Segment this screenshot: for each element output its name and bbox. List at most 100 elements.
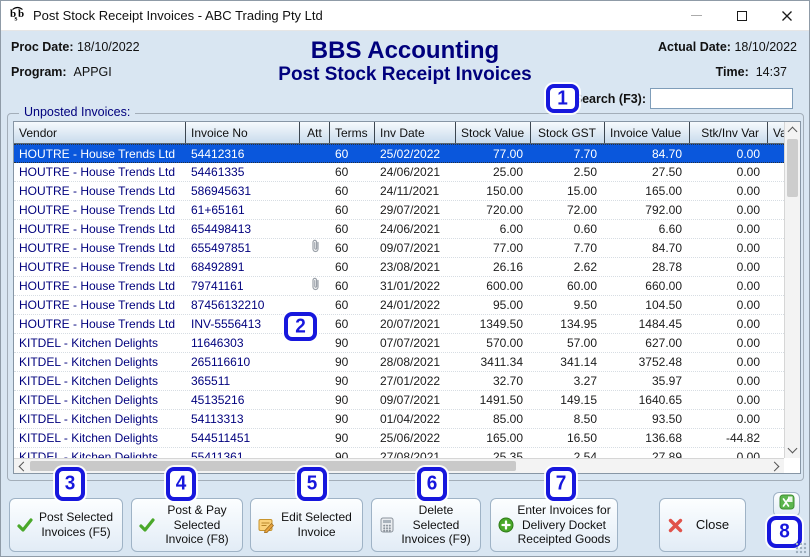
cell-stock_value: 77.00 <box>492 146 523 161</box>
table-row[interactable]: HOUTRE - House Trends Ltd INV-5556413 60 20… <box>14 315 784 334</box>
table-row[interactable]: KITDEL - Kitchen Delights 544511451 90 25/0… <box>14 429 784 448</box>
table-row[interactable]: HOUTRE - House Trends Ltd 586945631 60 24/1… <box>14 182 784 201</box>
vertical-scrollbar-thumb[interactable] <box>787 139 798 197</box>
cell-terms: 60 <box>335 184 349 198</box>
cell-invoice_value: 27.89 <box>651 450 682 458</box>
cell-stk_inv_var: 0.00 <box>736 450 760 458</box>
check-icon <box>137 518 157 532</box>
cell-inv_date: 20/07/2021 <box>380 317 441 331</box>
table-row[interactable]: HOUTRE - House Trends Ltd 61+65161 60 29/07… <box>14 201 784 220</box>
table-row[interactable]: KITDEL - Kitchen Delights 54113313 90 01/04… <box>14 410 784 429</box>
cell-invoice_value: 627.00 <box>645 336 682 350</box>
column-header-va: Va <box>768 122 784 143</box>
cell-terms: 60 <box>335 203 349 217</box>
cell-vendor: KITDEL - Kitchen Delights <box>19 336 158 350</box>
scroll-left-arrow-icon[interactable] <box>14 459 30 473</box>
window-title: Post Stock Receipt Invoices - ABC Tradin… <box>33 8 323 23</box>
post-and-pay-selected-invoice-button[interactable]: Post & Pay Selected Invoice (F8) <box>131 498 243 552</box>
table-row[interactable]: HOUTRE - House Trends Ltd 54461335 60 24/06… <box>14 163 784 182</box>
cell-inv_date: 24/06/2021 <box>380 165 441 179</box>
column-header-stk_inv_var: Stk/Inv Var <box>690 122 768 143</box>
column-header-stock_gst: Stock GST <box>531 122 605 143</box>
post-selected-invoices-button[interactable]: Post Selected Invoices (F5) <box>9 498 123 552</box>
cell-inv_date: 09/07/2021 <box>380 241 441 255</box>
cell-invoice_no: 45135216 <box>191 393 245 407</box>
cell-att <box>300 258 330 276</box>
table-row[interactable]: HOUTRE - House Trends Ltd 655497851 60 09/0… <box>14 239 784 258</box>
cell-stock_gst: 2.62 <box>573 260 597 274</box>
cell-invoice_value: 27.50 <box>651 165 682 179</box>
table-row[interactable]: KITDEL - Kitchen Delights 55411361 90 27/08… <box>14 448 784 458</box>
table-row[interactable]: KITDEL - Kitchen Delights 11646303 90 07/07… <box>14 334 784 353</box>
cell-stock_gst: 0.60 <box>573 222 597 236</box>
cell-stock_value: 25.35 <box>492 450 523 458</box>
close-button[interactable]: Close <box>659 498 746 552</box>
cell-stock_value: 1349.50 <box>479 317 523 331</box>
cell-stk_inv_var: 0.00 <box>736 222 760 236</box>
cell-invoice_value: 3752.48 <box>638 355 682 369</box>
resize-grip[interactable] <box>795 542 807 554</box>
export-to-excel-button[interactable] <box>773 492 800 517</box>
minimize-button[interactable] <box>674 1 719 30</box>
cell-stock_value: 570.00 <box>486 336 523 350</box>
cell-stock_gst: 341.14 <box>560 355 597 369</box>
scroll-up-arrow-icon[interactable] <box>785 122 800 138</box>
grid-header-row: Vendor Invoice No Att Terms Inv Date Stock Va… <box>14 122 784 144</box>
cell-invoice_value: 84.70 <box>651 146 682 161</box>
cell-stk_inv_var: 0.00 <box>736 393 760 407</box>
table-row[interactable]: KITDEL - Kitchen Delights 265116610 90 28/0… <box>14 353 784 372</box>
cell-va <box>768 239 784 257</box>
scroll-right-arrow-icon[interactable] <box>768 459 784 473</box>
table-row[interactable]: HOUTRE - House Trends Ltd 68492891 60 23/08… <box>14 258 784 277</box>
cell-terms: 60 <box>335 260 349 274</box>
callout-3: 3 <box>55 467 85 501</box>
cell-terms: 90 <box>335 355 349 369</box>
table-row[interactable]: KITDEL - Kitchen Delights 365511 90 27/01/2… <box>14 372 784 391</box>
enter-invoices-delivery-docket-button[interactable]: Enter Invoices for Delivery Docket Recei… <box>490 498 618 552</box>
cell-stock_gst: 134.95 <box>560 317 597 331</box>
cell-stock_gst: 8.50 <box>573 412 597 426</box>
cell-stock_gst: 57.00 <box>566 336 597 350</box>
cell-inv_date: 09/07/2021 <box>380 393 441 407</box>
callout-1: 1 <box>546 84 579 113</box>
cell-terms: 90 <box>335 412 349 426</box>
post-stock-receipt-invoices-window: b b s Post Stock Receipt Invoices - ABC … <box>0 0 810 557</box>
cell-att <box>300 372 330 390</box>
close-window-button[interactable] <box>764 1 809 30</box>
delete-selected-invoices-button[interactable]: Delete Selected Invoices (F9) <box>371 498 481 552</box>
cell-invoice_value: 28.78 <box>651 260 682 274</box>
cell-invoice_no: 544511451 <box>191 431 251 445</box>
cell-stk_inv_var: 0.00 <box>736 355 760 369</box>
callout-2: 2 <box>284 312 317 341</box>
table-row[interactable]: HOUTRE - House Trends Ltd 654498413 60 24/0… <box>14 220 784 239</box>
horizontal-scrollbar[interactable] <box>14 458 784 473</box>
vertical-scrollbar[interactable] <box>784 122 800 458</box>
cell-invoice_no: 61+65161 <box>191 203 245 217</box>
table-row[interactable]: HOUTRE - House Trends Ltd 79741161 60 31/01… <box>14 277 784 296</box>
search-input[interactable] <box>650 88 793 109</box>
cell-inv_date: 24/06/2021 <box>380 222 441 236</box>
maximize-button[interactable] <box>719 1 764 30</box>
cell-invoice_no: 11646303 <box>191 336 244 350</box>
cell-att <box>300 239 330 257</box>
paperclip-icon <box>311 239 320 257</box>
cell-invoice_value: 1484.45 <box>638 317 682 331</box>
cell-invoice_value: 93.50 <box>651 412 682 426</box>
close-icon <box>781 10 792 21</box>
cell-att <box>300 277 330 295</box>
grid-body: HOUTRE - House Trends Ltd 54412316 60 25/02… <box>14 144 784 458</box>
cell-stock_value: 6.00 <box>499 222 523 236</box>
table-row[interactable]: KITDEL - Kitchen Delights 45135216 90 09/07… <box>14 391 784 410</box>
cell-invoice_value: 136.68 <box>645 431 682 445</box>
cell-stk_inv_var: 0.00 <box>736 260 760 274</box>
table-row[interactable]: HOUTRE - House Trends Ltd 54412316 60 25/02… <box>14 144 784 163</box>
edit-selected-invoice-button[interactable]: Edit Selected Invoice <box>250 498 363 552</box>
table-row[interactable]: HOUTRE - House Trends Ltd 87456132210 60 24… <box>14 296 784 315</box>
cell-stock_gst: 2.50 <box>573 165 597 179</box>
cell-stock_gst: 9.50 <box>573 298 597 312</box>
cell-att <box>300 145 330 162</box>
cell-stock_gst: 72.00 <box>566 203 597 217</box>
cell-terms: 90 <box>335 393 349 407</box>
cell-stock_gst: 7.70 <box>573 241 597 255</box>
scroll-down-arrow-icon[interactable] <box>785 442 800 458</box>
